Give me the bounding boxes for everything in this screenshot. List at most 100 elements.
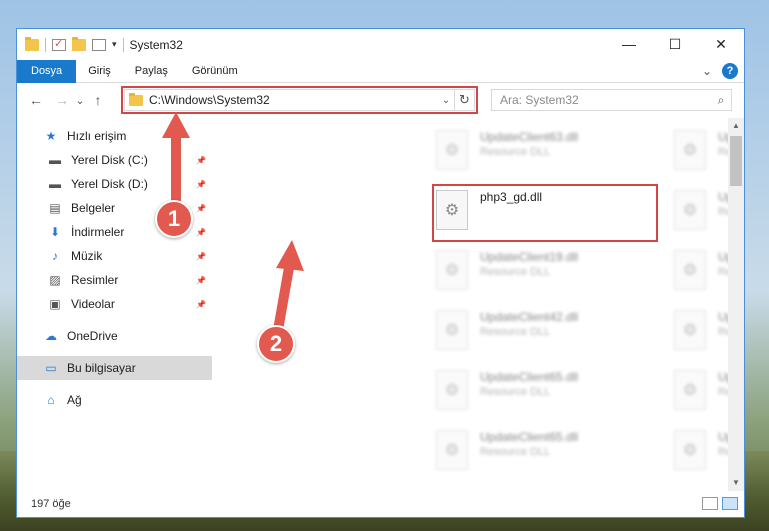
- item-count: 197 öğe: [31, 498, 71, 510]
- network-icon: ⌂: [47, 393, 55, 407]
- navigation-bar: ← → ⌄ ↑ C:\Windows\System32 ⌄ ↻ Ara: Sys…: [17, 83, 744, 117]
- annotation-marker-1: 1: [155, 200, 193, 238]
- pin-icon[interactable]: 📌: [196, 180, 206, 189]
- sidebar-item-label: OneDrive: [67, 329, 118, 343]
- file-name: UpdateClient19.dll: [480, 250, 579, 264]
- videos-icon: ▣: [49, 297, 61, 311]
- file-tile[interactable]: ⚙ UpdateClient65.dll Resource DLL: [436, 426, 656, 482]
- minimize-button[interactable]: —: [606, 29, 652, 59]
- file-type: Resource DLL: [480, 266, 551, 278]
- folder-icon: [25, 36, 39, 51]
- documents-icon: ▤: [49, 201, 61, 215]
- sidebar-item-label: Yerel Disk (D:): [71, 177, 148, 191]
- title-bar: ▾ System32 — ☐ ✕: [17, 29, 744, 60]
- vertical-scrollbar[interactable]: ▲ ▼: [728, 118, 744, 491]
- navigation-pane: ★ Hızlı erişim ▬ Yerel Disk (C:) 📌 ▬ Yerel D…: [17, 118, 212, 491]
- file-highlight-box: [432, 184, 658, 242]
- up-button[interactable]: ↑: [87, 89, 109, 111]
- toolbar-separator: [122, 37, 124, 52]
- expand-ribbon-icon[interactable]: ⌄: [702, 64, 712, 78]
- file-tile[interactable]: ⚙ UpdateClient42.dll Resource DLL: [436, 306, 656, 362]
- forward-button[interactable]: →: [51, 89, 73, 111]
- sidebar-item-label: Belgeler: [71, 201, 116, 215]
- search-icon[interactable]: ⌕: [711, 93, 731, 108]
- sidebar-item[interactable]: ▨ Resimler 📌: [17, 268, 212, 292]
- file-name: UpdateClient65.dll: [480, 430, 579, 444]
- pictures-icon: ▨: [49, 273, 61, 287]
- recent-locations-button[interactable]: ⌄: [73, 89, 87, 111]
- status-bar: 197 öğe: [17, 491, 744, 517]
- sidebar-this-pc[interactable]: ▭ Bu bilgisayar: [17, 356, 212, 380]
- customize-toolbar-icon[interactable]: [92, 38, 106, 51]
- dll-file-icon: ⚙: [674, 310, 706, 350]
- close-button[interactable]: ✕: [698, 29, 744, 59]
- star-icon: ★: [45, 129, 57, 143]
- file-tile[interactable]: ⚙ UpdateClient19.dll Resource DLL: [436, 246, 656, 302]
- scroll-down-icon[interactable]: ▼: [728, 475, 744, 491]
- file-tile[interactable]: ⚙ UpdateClient65.dll Resource DLL: [436, 366, 656, 422]
- sidebar-item-label: Resimler: [71, 273, 119, 287]
- tab-home[interactable]: Giriş: [76, 60, 123, 83]
- large-icons-view-icon[interactable]: [722, 497, 738, 510]
- back-button[interactable]: ←: [25, 89, 47, 111]
- dll-file-icon: ⚙: [674, 250, 706, 290]
- toolbar-separator: [45, 37, 46, 52]
- file-list: ⚙ UpdateClient42.dll Resource DLL ⚙ UpdateCl…: [212, 118, 744, 491]
- content-area: ★ Hızlı erişim ▬ Yerel Disk (C:) 📌 ▬ Yerel D…: [17, 118, 744, 491]
- address-highlight-box: [121, 86, 478, 114]
- dll-file-icon: ⚙: [674, 430, 706, 470]
- drive-icon: ▬: [49, 177, 61, 191]
- file-type: Resource DLL: [480, 446, 551, 458]
- sidebar-item-label: Hızlı erişim: [67, 129, 127, 143]
- pin-icon[interactable]: 📌: [196, 228, 206, 237]
- sidebar-item-label: İndirmeler: [71, 225, 125, 239]
- sidebar-item[interactable]: ♪ Müzik 📌: [17, 244, 212, 268]
- pin-icon[interactable]: 📌: [196, 276, 206, 285]
- tab-file[interactable]: Dosya: [17, 59, 77, 83]
- dll-file-icon: ⚙: [436, 430, 468, 470]
- file-name: UpdateClient42.dll: [480, 310, 579, 324]
- sidebar-network[interactable]: ⌂ Ağ: [17, 388, 212, 412]
- details-view-icon[interactable]: [702, 497, 718, 510]
- search-box[interactable]: Ara: System32 ⌕: [491, 89, 732, 111]
- file-tile[interactable]: ⚙ UpdateClient63.dll Resource DLL: [436, 126, 656, 182]
- scroll-up-icon[interactable]: ▲: [728, 118, 744, 134]
- scroll-thumb[interactable]: [730, 136, 742, 186]
- dll-file-icon: ⚙: [436, 370, 468, 410]
- computer-icon: ▭: [45, 361, 57, 375]
- help-icon[interactable]: ?: [722, 63, 738, 79]
- file-type: Resource DLL: [480, 146, 551, 158]
- annotation-marker-2: 2: [257, 325, 295, 363]
- file-type: Resource DLL: [480, 326, 551, 338]
- tab-share[interactable]: Paylaş: [123, 60, 180, 83]
- window-title: System32: [129, 37, 183, 52]
- properties-icon[interactable]: [52, 37, 66, 51]
- search-input[interactable]: Ara: System32: [500, 93, 711, 107]
- dll-file-icon: ⚙: [674, 370, 706, 410]
- dll-file-icon: ⚙: [674, 130, 706, 170]
- dll-file-icon: ⚙: [674, 190, 706, 230]
- sidebar-item-label: Yerel Disk (C:): [71, 153, 148, 167]
- sidebar-onedrive[interactable]: ☁ OneDrive: [17, 324, 212, 348]
- sidebar-quick-access[interactable]: ★ Hızlı erişim: [17, 124, 212, 148]
- cloud-icon: ☁: [45, 329, 57, 343]
- new-folder-icon[interactable]: [72, 36, 86, 51]
- view-switcher: [702, 497, 738, 510]
- file-name: UpdateClient63.dll: [480, 130, 579, 144]
- sidebar-item[interactable]: ▬ Yerel Disk (D:) 📌: [17, 172, 212, 196]
- tab-view[interactable]: Görünüm: [180, 60, 250, 83]
- pin-icon[interactable]: 📌: [196, 300, 206, 309]
- pin-icon[interactable]: 📌: [196, 252, 206, 261]
- sidebar-item-label: Ağ: [67, 393, 82, 407]
- sidebar-item[interactable]: ▬ Yerel Disk (C:) 📌: [17, 148, 212, 172]
- pin-icon[interactable]: 📌: [196, 204, 206, 213]
- ribbon-right: ⌄ ?: [702, 63, 738, 79]
- toolbar-dropdown-icon[interactable]: ▾: [112, 39, 117, 50]
- quick-access-toolbar: ▾: [17, 36, 124, 52]
- pin-icon[interactable]: 📌: [196, 156, 206, 165]
- sidebar-item-label: Videolar: [71, 297, 115, 311]
- maximize-button[interactable]: ☐: [652, 29, 698, 59]
- file-name: UpdateClient65.dll: [480, 370, 579, 384]
- file-type: Resource DLL: [480, 386, 551, 398]
- sidebar-item[interactable]: ▣ Videolar 📌: [17, 292, 212, 316]
